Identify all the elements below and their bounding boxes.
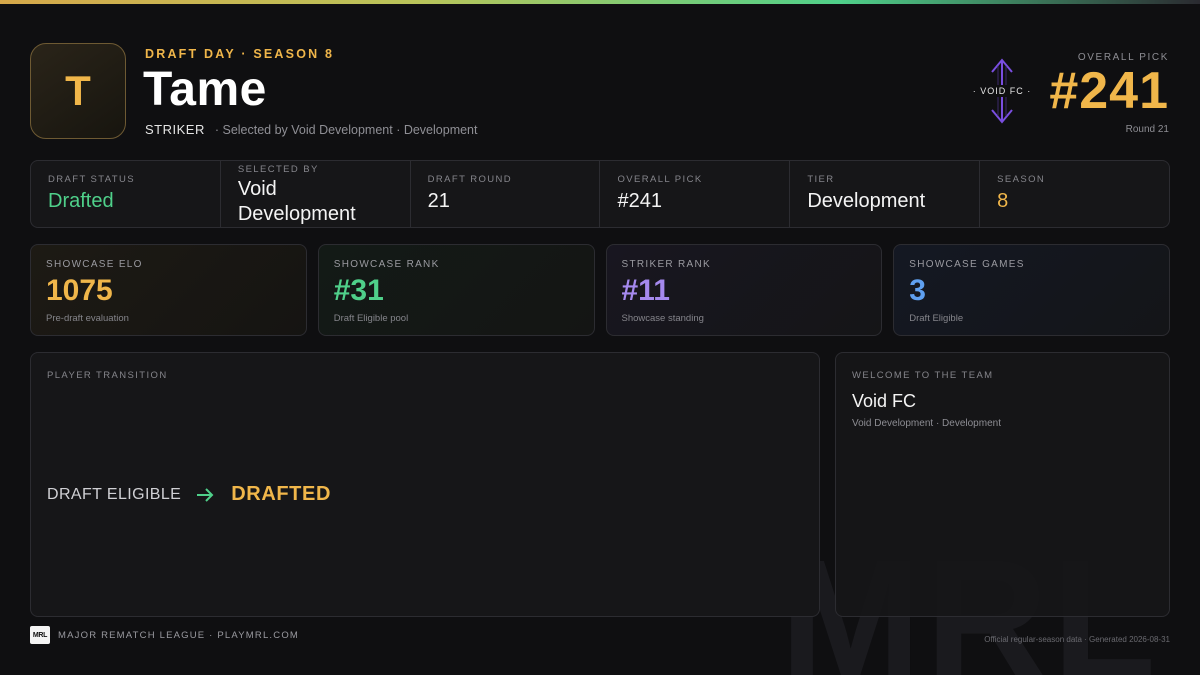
strip-value: 21	[427, 190, 450, 212]
strip-label: OVERALL PICK	[617, 174, 703, 185]
strip-label: DRAFT STATUS	[48, 174, 135, 185]
card-sub: Showcase standing	[621, 313, 704, 324]
draft-info-strip: DRAFT STATUS Drafted SELECTED BY Void De…	[30, 160, 1170, 228]
top-accent-bar	[0, 0, 1200, 4]
player-position: STRIKER	[145, 122, 205, 137]
selected-by-line: · Selected by Void Development · Develop…	[214, 123, 478, 137]
card-showcase-elo: SHOWCASE ELO 1075 Pre-draft evaluation	[30, 244, 307, 336]
transition-from: DRAFT ELIGIBLE	[47, 485, 182, 503]
card-sub: Draft Eligible	[909, 313, 964, 324]
overall-pick-block: OVERALL PICK #241 Round 21	[1049, 52, 1169, 135]
card-sub: Draft Eligible pool	[333, 313, 409, 324]
strip-label: TIER	[807, 174, 835, 185]
player-transition-panel: PLAYER TRANSITION DRAFT ELIGIBLE DRAFTED	[30, 352, 820, 617]
strip-value: 8	[997, 190, 1009, 212]
strip-draft-status: DRAFT STATUS Drafted	[31, 161, 221, 227]
strip-value: Void Development	[237, 178, 356, 225]
card-label: SHOWCASE ELO	[46, 259, 143, 270]
card-label: SHOWCASE RANK	[333, 259, 440, 270]
showcase-cards: SHOWCASE ELO 1075 Pre-draft evaluation S…	[30, 244, 1170, 336]
card-value: #31	[333, 274, 384, 307]
footer-note: Official regular-season data · Generated…	[984, 635, 1170, 644]
strip-value: Drafted	[48, 190, 114, 212]
pick-round: Round 21	[1125, 124, 1169, 135]
card-value: 3	[909, 274, 926, 307]
draft-eyebrow: DRAFT DAY · SEASON 8	[145, 47, 335, 61]
welcome-team-name: Void FC	[852, 391, 917, 411]
crest-label: · VOID FC ·	[972, 86, 1032, 96]
card-label: SHOWCASE GAMES	[909, 259, 1025, 270]
strip-label: DRAFT ROUND	[427, 174, 513, 185]
strip-selected-by: SELECTED BY Void Development	[221, 161, 411, 227]
strip-draft-round: DRAFT ROUND 21	[411, 161, 601, 227]
strip-value: Development	[807, 190, 926, 212]
strip-label: SEASON	[997, 174, 1046, 185]
card-showcase-rank: SHOWCASE RANK #31 Draft Eligible pool	[317, 244, 595, 336]
card-value: #11	[621, 274, 670, 307]
arrow-right-icon	[197, 487, 214, 502]
card-label: STRIKER RANK	[621, 259, 712, 270]
overall-pick-number: #241	[1049, 62, 1169, 120]
strip-value: #241	[617, 190, 662, 212]
player-subline: STRIKER · Selected by Void Development ·…	[145, 122, 477, 137]
card-showcase-games: SHOWCASE GAMES 3 Draft Eligible	[893, 244, 1170, 336]
strip-tier: TIER Development	[790, 161, 981, 227]
panel-label: PLAYER TRANSITION	[47, 370, 168, 381]
card-striker-rank: STRIKER RANK #11 Showcase standing	[605, 244, 883, 336]
panel-label: WELCOME TO THE TEAM	[852, 370, 994, 381]
player-name: Tame	[143, 63, 267, 116]
footer-league: MAJOR REMATCH LEAGUE · PLAYMRL.COM	[58, 630, 300, 641]
transition-row: DRAFT ELIGIBLE DRAFTED	[47, 483, 331, 506]
welcome-team-sub: Void Development · Development	[852, 418, 1001, 429]
strip-overall-pick: OVERALL PICK #241	[600, 161, 791, 227]
transition-to: DRAFTED	[231, 483, 331, 505]
player-avatar: T	[30, 43, 126, 139]
league-logo: MRL	[30, 626, 50, 644]
welcome-team-panel: WELCOME TO THE TEAM Void FC Void Develop…	[835, 352, 1170, 617]
strip-season: SEASON 8	[980, 161, 1169, 227]
card-value: 1075	[46, 274, 113, 307]
card-sub: Pre-draft evaluation	[46, 313, 129, 324]
strip-label: SELECTED BY	[237, 164, 319, 175]
